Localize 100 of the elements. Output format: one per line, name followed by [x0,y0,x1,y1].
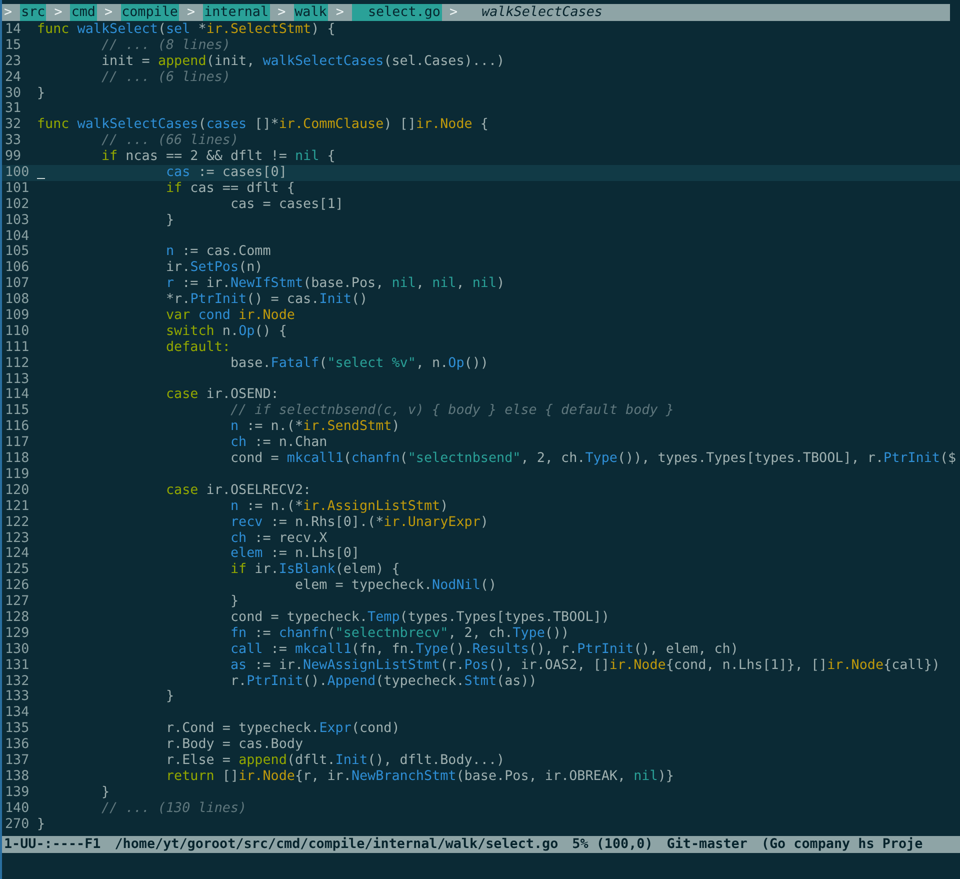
code-line: cas := cases[0] [165,165,287,180]
code-line: var cond ir.Node [165,308,295,324]
line-number: 122 [4,514,30,530]
breadcrumb-separator: > [450,4,458,21]
code-line: n := n.(*ir.SendStmt) [229,419,400,434]
code-line: switch n.Op() { [165,324,287,339]
line-number: 14 [4,22,22,38]
code-line: } [37,86,46,101]
code-line: base.Fatalf("select %v", n.Op()) [229,356,488,371]
line-number: 117 [4,435,30,452]
code-line: } [100,784,110,800]
breadcrumb-separator: > [278,4,286,21]
line-number: 134 [4,705,30,722]
line-number: 102 [4,196,30,213]
code-line: call := mkcall1(fn, fn.Type().Results(), r.PtrInit(), elem, ch) [229,642,738,657]
breadcrumb-separator: > [4,4,12,21]
code-line: // if selectnbsend(c, v) { body } else { default body } [229,403,674,418]
line-number: 133 [4,689,30,706]
line-number: 140 [4,800,30,817]
code-line: r.Cond = typecheck.Expr(cond) [165,721,400,736]
line-number: 270 [4,816,30,832]
cursor-position: 5% (100,0) [572,836,653,853]
line-number: 115 [4,403,30,420]
line-number: 109 [4,308,30,324]
code-line: func walkSelect(sel *ir.SelectStmt) { [37,22,336,37]
line-number: 119 [4,466,30,483]
line-number: 127 [4,594,30,610]
code-line: } [165,212,174,228]
text-cursor [37,178,45,179]
breadcrumb-file[interactable]: select.go [352,4,442,21]
code-line: func walkSelectCases(cases []*ir.CommClause) []ir.Node { [37,117,488,132]
code-line: r.PtrInit().Append(typecheck.Stmt(as)) [229,674,537,689]
breadcrumb-separator: > [336,4,344,21]
code-line: // ... (6 lines) [100,70,230,85]
breadcrumb-folder[interactable]: compile [120,4,179,21]
code-line: } [37,816,46,832]
code-line: return []ir.Node{r, ir.NewBranchStmt(base.Pos, ir.OBREAK, nil)} [165,768,674,784]
buffer-status: 1-UU-:----F1 [4,836,101,853]
code-line: n := cas.Comm [165,244,271,260]
breadcrumb-folder[interactable]: walk [294,4,328,21]
line-number: 33 [4,133,22,150]
line-number: 116 [4,419,30,436]
code-line: n := n.(*ir.AssignListStmt) [229,498,448,514]
line-number: 132 [4,674,30,690]
code-line: // ... (66 lines) [100,133,239,148]
line-number: 128 [4,610,30,626]
line-number: 135 [4,721,30,738]
code-line: cond = typecheck.Temp(types.Types[types.TBOOL]) [229,610,610,625]
line-number: 125 [4,562,30,578]
line-number: 103 [4,212,30,229]
line-number: 112 [4,356,30,372]
line-number: 131 [4,658,30,674]
code-line: r.Body = cas.Body [165,737,304,752]
line-number: 124 [4,546,30,562]
code-line: init = append(init, walkSelectCases(sel.Cases)...) [100,54,505,69]
line-number: 120 [4,482,30,499]
code-line: fn := chanfn("selectnbrecv", 2, ch.Type()) [229,626,570,641]
line-number: 121 [4,498,30,515]
code-line: ir.SetPos(n) [165,260,263,276]
breadcrumb-folder[interactable]: internal [203,4,270,21]
breadcrumb-separator: > [54,4,62,21]
line-number: 139 [4,784,30,801]
line-number: 99 [4,149,22,166]
breadcrumb-symbol[interactable]: walkSelectCases [466,4,602,21]
line-number: 114 [4,387,30,404]
code-line: } [229,594,239,610]
line-number: 31 [4,101,22,118]
code-line: // ... (130 lines) [100,800,247,816]
code-line: ch := n.Chan [229,435,328,450]
code-line: // ... (8 lines) [100,38,230,53]
file-path: /home/yt/goroot/src/cmd/compile/internal/walk/select.go [114,836,558,853]
line-number: 15 [4,38,22,54]
code-line: if ir.IsBlank(elem) { [229,562,400,578]
code-line: if cas == dflt { [165,180,295,196]
code-line: r := ir.NewIfStmt(base.Pos, nil, nil, nil) [165,276,505,292]
breadcrumb-separator: > [104,4,113,21]
breadcrumb-folder[interactable]: src [20,4,46,21]
git-branch: Git-master [666,836,748,853]
line-number: 30 [4,86,22,102]
code-line: ch := recv.X [229,530,328,546]
line-number: 138 [4,768,30,785]
breadcrumb-folder[interactable]: cmd [70,4,96,21]
line-number: 23 [4,54,22,70]
line-number: 123 [4,530,30,546]
line-number: 101 [4,180,30,197]
code-line: default: [165,340,230,355]
code-line: recv := n.Rhs[0].(*ir.UnaryExpr) [229,514,488,530]
line-number: 129 [4,626,30,642]
code-line: as := ir.NewAssignListStmt(r.Pos(), ir.OAS2, []ir.Node{cond, n.Lhs[1]}, []ir.Node{call}) [229,658,940,673]
code-line: cond = mkcall1(chanfn("selectnbsend", 2, ch.Type()), types.Types[types.TBOOL], r.PtrInit($ [229,451,956,466]
line-number: 100 [4,165,30,181]
code-line: cas = cases[1] [229,196,344,212]
active-modes: (Go company hs Proje [761,836,923,853]
code-line: elem := n.Lhs[0] [229,546,360,562]
line-number: 136 [4,737,30,753]
code-line: case ir.OSEND: [165,387,279,402]
line-number: 24 [4,70,22,86]
code-line: if ncas == 2 && dflt != nil { [100,149,336,164]
line-number: 104 [4,228,30,244]
code-line: } [165,689,174,704]
